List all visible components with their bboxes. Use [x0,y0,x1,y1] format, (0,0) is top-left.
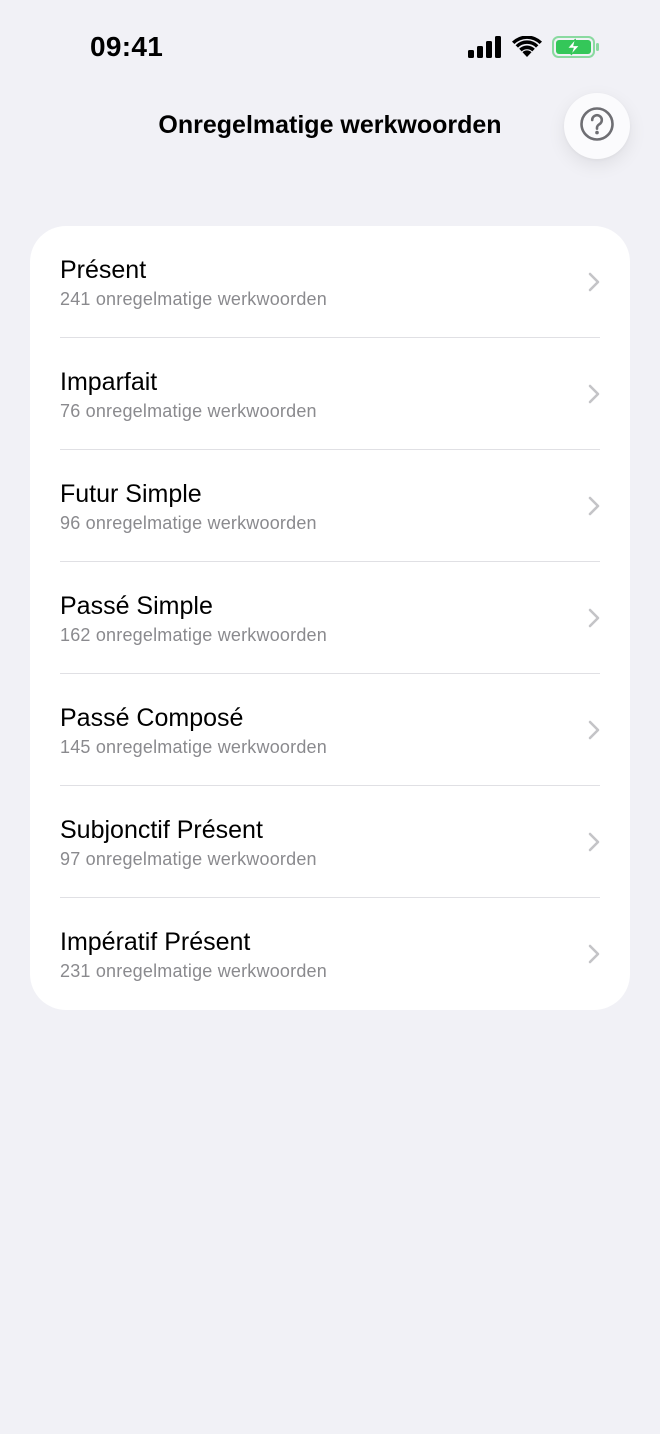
tense-title: Futur Simple [60,480,202,508]
tense-list: Présent 241 onregelmatige werkwoorden Im… [30,226,630,1010]
tense-row-passe-compose[interactable]: Passé Composé 145 onregelmatige werkwoor… [30,674,630,786]
tense-verb-count: 162 onregelmatige werkwoorden [60,625,327,645]
tense-title: Passé Composé [60,704,244,732]
screen: 09:41 Onregelmatige werkwoorden Présent … [0,0,660,1434]
tense-verb-count: 96 onregelmatige werkwoorden [60,513,317,533]
tense-row-imparfait[interactable]: Imparfait 76 onregelmatige werkwoorden [30,338,630,450]
chevron-right-icon [588,496,600,521]
chevron-right-icon [588,944,600,969]
chevron-right-icon [588,272,600,297]
page-title: Onregelmatige werkwoorden [158,111,502,139]
chevron-right-icon [588,384,600,409]
tense-title: Impératif Présent [60,928,251,956]
question-circle-icon [579,106,615,147]
chevron-right-icon [588,720,600,745]
tense-title: Présent [60,256,147,284]
help-button[interactable] [564,93,630,159]
tense-verb-count: 145 onregelmatige werkwoorden [60,737,327,757]
tense-row-futur-simple[interactable]: Futur Simple 96 onregelmatige werkwoorde… [30,450,630,562]
tense-row-subjonctif-present[interactable]: Subjonctif Présent 97 onregelmatige werk… [30,786,630,898]
tense-verb-count: 231 onregelmatige werkwoorden [60,961,327,981]
tense-title: Subjonctif Présent [60,816,263,844]
tense-title: Passé Simple [60,592,213,620]
chevron-right-icon [588,608,600,633]
tense-row-imperatif-present[interactable]: Impératif Présent 231 onregelmatige werk… [30,898,630,1010]
cellular-signal-icon [468,36,502,58]
tense-verb-count: 241 onregelmatige werkwoorden [60,289,327,309]
wifi-icon [512,36,542,58]
status-icons [468,36,600,58]
tense-title: Imparfait [60,368,158,396]
tense-verb-count: 97 onregelmatige werkwoorden [60,849,317,869]
tense-row-present[interactable]: Présent 241 onregelmatige werkwoorden [30,226,630,338]
chevron-right-icon [588,832,600,857]
tense-row-passe-simple[interactable]: Passé Simple 162 onregelmatige werkwoord… [30,562,630,674]
battery-charging-icon [552,36,600,58]
status-time: 09:41 [90,31,164,62]
tense-verb-count: 76 onregelmatige werkwoorden [60,401,317,421]
status-bar: 09:41 [0,0,660,96]
